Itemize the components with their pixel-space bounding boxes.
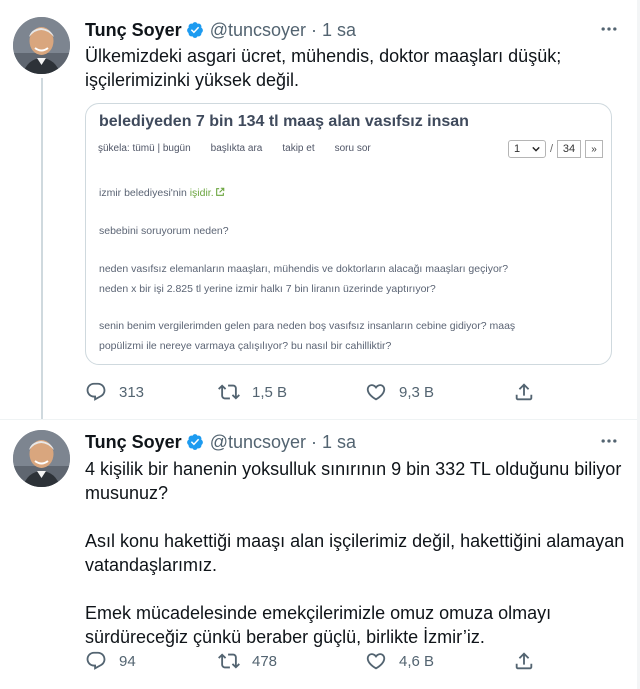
quote-nav-item: şükela: tümü | bugün xyxy=(98,143,191,154)
quote-page-total: 34 xyxy=(557,140,581,158)
quote-title: belediyeden 7 bin 134 tl maaş alan vasıf… xyxy=(99,113,469,130)
retweet-button[interactable]: 1,5 B xyxy=(218,380,287,404)
reply-button[interactable]: 94 xyxy=(85,649,136,673)
quote-nav-item: takip et xyxy=(282,143,315,154)
quote-line: izmir belediyesi'nin işidir. xyxy=(99,187,225,199)
retweet-count: 478 xyxy=(252,652,278,670)
more-options-icon[interactable] xyxy=(598,18,620,40)
tweet-text-line: Ülkemizdeki asgari ücret, mühendis, dokt… xyxy=(85,46,562,66)
share-button[interactable] xyxy=(513,380,535,404)
quote-nav-item: başlıkta ara xyxy=(210,143,263,154)
quote-next-button: » xyxy=(585,140,603,158)
external-link-icon xyxy=(215,187,224,196)
tweet-actions: 94 478 4,6 B xyxy=(85,649,545,673)
tweet-text: 4 kişilik bir hanenin yoksulluk sınırını… xyxy=(85,457,626,649)
tweet-text-line: işçilerimizinki yüksek değil. xyxy=(85,70,300,90)
quote-line: neden vasıfsız elemanların maaşları, müh… xyxy=(99,263,509,275)
like-icon xyxy=(366,653,386,670)
reply-count: 94 xyxy=(119,652,136,670)
share-icon xyxy=(515,652,533,670)
quote-page-current: 1 xyxy=(513,143,521,155)
separator-dot: · xyxy=(311,431,318,452)
reply-icon xyxy=(86,651,106,670)
share-icon xyxy=(515,383,533,401)
avatar[interactable] xyxy=(13,17,70,74)
quote-nav-item: soru sor xyxy=(334,143,371,154)
chevron-down-icon xyxy=(532,146,540,152)
retweet-icon xyxy=(218,653,240,669)
quote-nav: şükela: tümü | bugün başlıkta ara takip … xyxy=(98,143,391,154)
retweet-button[interactable]: 478 xyxy=(218,649,277,673)
quote-line-text: izmir belediyesi'nin xyxy=(99,187,190,199)
quote-page-sep: / xyxy=(549,143,553,155)
tweet-paragraph: Asıl konu hakettiği maaşı alan işçilerim… xyxy=(85,531,625,575)
author-handle[interactable]: @tuncsoyer xyxy=(210,20,306,41)
author-handle[interactable]: @tuncsoyer xyxy=(210,432,306,453)
more-options-icon[interactable] xyxy=(598,430,620,452)
tweet-header: Tunç Soyer @tuncsoyer · 1 sa xyxy=(85,430,620,454)
tweet-paragraph: 4 kişilik bir hanenin yoksulluk sınırını… xyxy=(85,459,622,503)
avatar-image xyxy=(13,430,70,487)
reply-icon xyxy=(86,382,106,401)
like-button[interactable]: 4,6 B xyxy=(365,649,434,673)
verified-badge-icon xyxy=(186,434,203,450)
quote-line: popülizmi ile nereye varmaya çalışılıyor… xyxy=(99,340,392,352)
avatar-image xyxy=(13,17,70,74)
thread-line xyxy=(41,78,43,420)
share-button[interactable] xyxy=(513,649,535,673)
like-count: 9,3 B xyxy=(399,383,435,401)
tweet-paragraph: Emek mücadelesinde emekçilerimizle omuz … xyxy=(85,603,552,647)
verified-badge-icon xyxy=(186,22,203,38)
tweet-actions: 313 1,5 B 9,3 B xyxy=(85,380,545,404)
quoted-screenshot[interactable]: belediyeden 7 bin 134 tl maaş alan vasıf… xyxy=(85,103,612,365)
timestamp[interactable]: 1 sa xyxy=(322,20,356,41)
author-name[interactable]: Tunç Soyer xyxy=(85,432,182,453)
timestamp[interactable]: 1 sa xyxy=(322,432,356,453)
quote-line: senin benim vergilerimden gelen para ned… xyxy=(99,320,516,332)
tweet-text: Ülkemizdeki asgari ücret, mühendis, dokt… xyxy=(85,44,626,92)
reply-count: 313 xyxy=(119,383,145,401)
like-button[interactable]: 9,3 B xyxy=(365,380,434,404)
author-name[interactable]: Tunç Soyer xyxy=(85,20,182,41)
retweet-count: 1,5 B xyxy=(252,383,288,401)
like-count: 4,6 B xyxy=(399,652,435,670)
separator-dot: · xyxy=(311,19,318,40)
quote-line: neden x bir işi 2.825 tl yerine izmir ha… xyxy=(99,283,436,295)
quote-pager: 1 / 34 » xyxy=(507,140,603,158)
like-icon xyxy=(366,384,386,401)
quote-line: sebebini soruyorum neden? xyxy=(99,225,229,237)
retweet-icon xyxy=(218,384,240,400)
avatar[interactable] xyxy=(13,430,70,487)
tweet-header: Tunç Soyer @tuncsoyer · 1 sa xyxy=(85,18,620,42)
quote-page-select: 1 xyxy=(507,140,546,158)
tweet[interactable]: Tunç Soyer @tuncsoyer · 1 sa 4 kişilik b… xyxy=(0,420,640,689)
quote-link: işidir. xyxy=(189,187,214,199)
reply-button[interactable]: 313 xyxy=(85,380,144,404)
tweet[interactable]: Tunç Soyer @tuncsoyer · 1 sa Ülkemizdeki… xyxy=(0,0,640,420)
